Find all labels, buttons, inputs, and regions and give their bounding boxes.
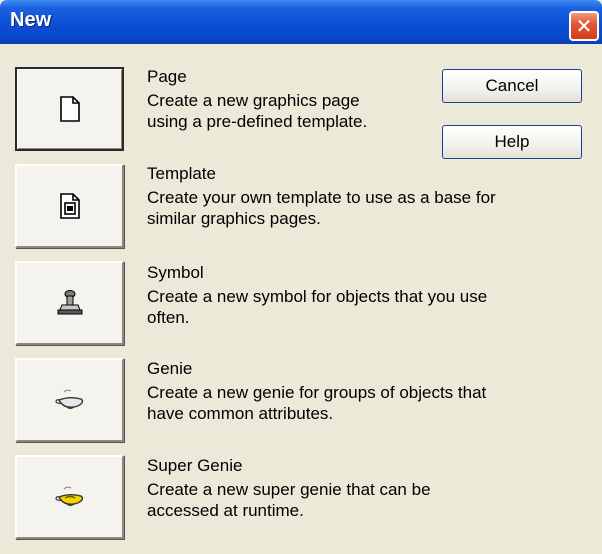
help-button[interactable]: Help <box>442 125 582 159</box>
super-genie-title: Super Genie <box>147 456 243 475</box>
genie-title: Genie <box>147 359 193 378</box>
cancel-button[interactable]: Cancel <box>442 69 582 103</box>
genie-lamp-icon <box>54 389 83 410</box>
super-genie-lamp-icon <box>54 486 83 507</box>
stamp-icon <box>57 290 82 315</box>
template-icon <box>59 193 80 219</box>
title-bar[interactable]: New ✕ <box>0 0 602 44</box>
page-button[interactable] <box>15 67 124 151</box>
dialog-title: New <box>10 9 52 31</box>
genie-button[interactable] <box>15 358 124 442</box>
template-title: Template <box>147 164 216 183</box>
symbol-button[interactable] <box>15 261 124 345</box>
blank-page-icon <box>59 96 80 122</box>
template-description: Create your own template to use as a bas… <box>147 188 496 228</box>
page-title: Page <box>147 67 187 86</box>
super-genie-button[interactable] <box>15 455 124 539</box>
template-button[interactable] <box>15 164 124 248</box>
super-genie-description: Create a new super genie that can be acc… <box>147 480 431 520</box>
genie-description: Create a new genie for groups of objects… <box>147 383 487 423</box>
close-button[interactable]: ✕ <box>569 11 599 41</box>
page-description: Create a new graphics page using a pre-d… <box>147 91 368 131</box>
symbol-title: Symbol <box>147 263 204 282</box>
symbol-description: Create a new symbol for objects that you… <box>147 287 488 327</box>
new-dialog: New ✕ Page Create a new graphics page us… <box>0 0 602 554</box>
